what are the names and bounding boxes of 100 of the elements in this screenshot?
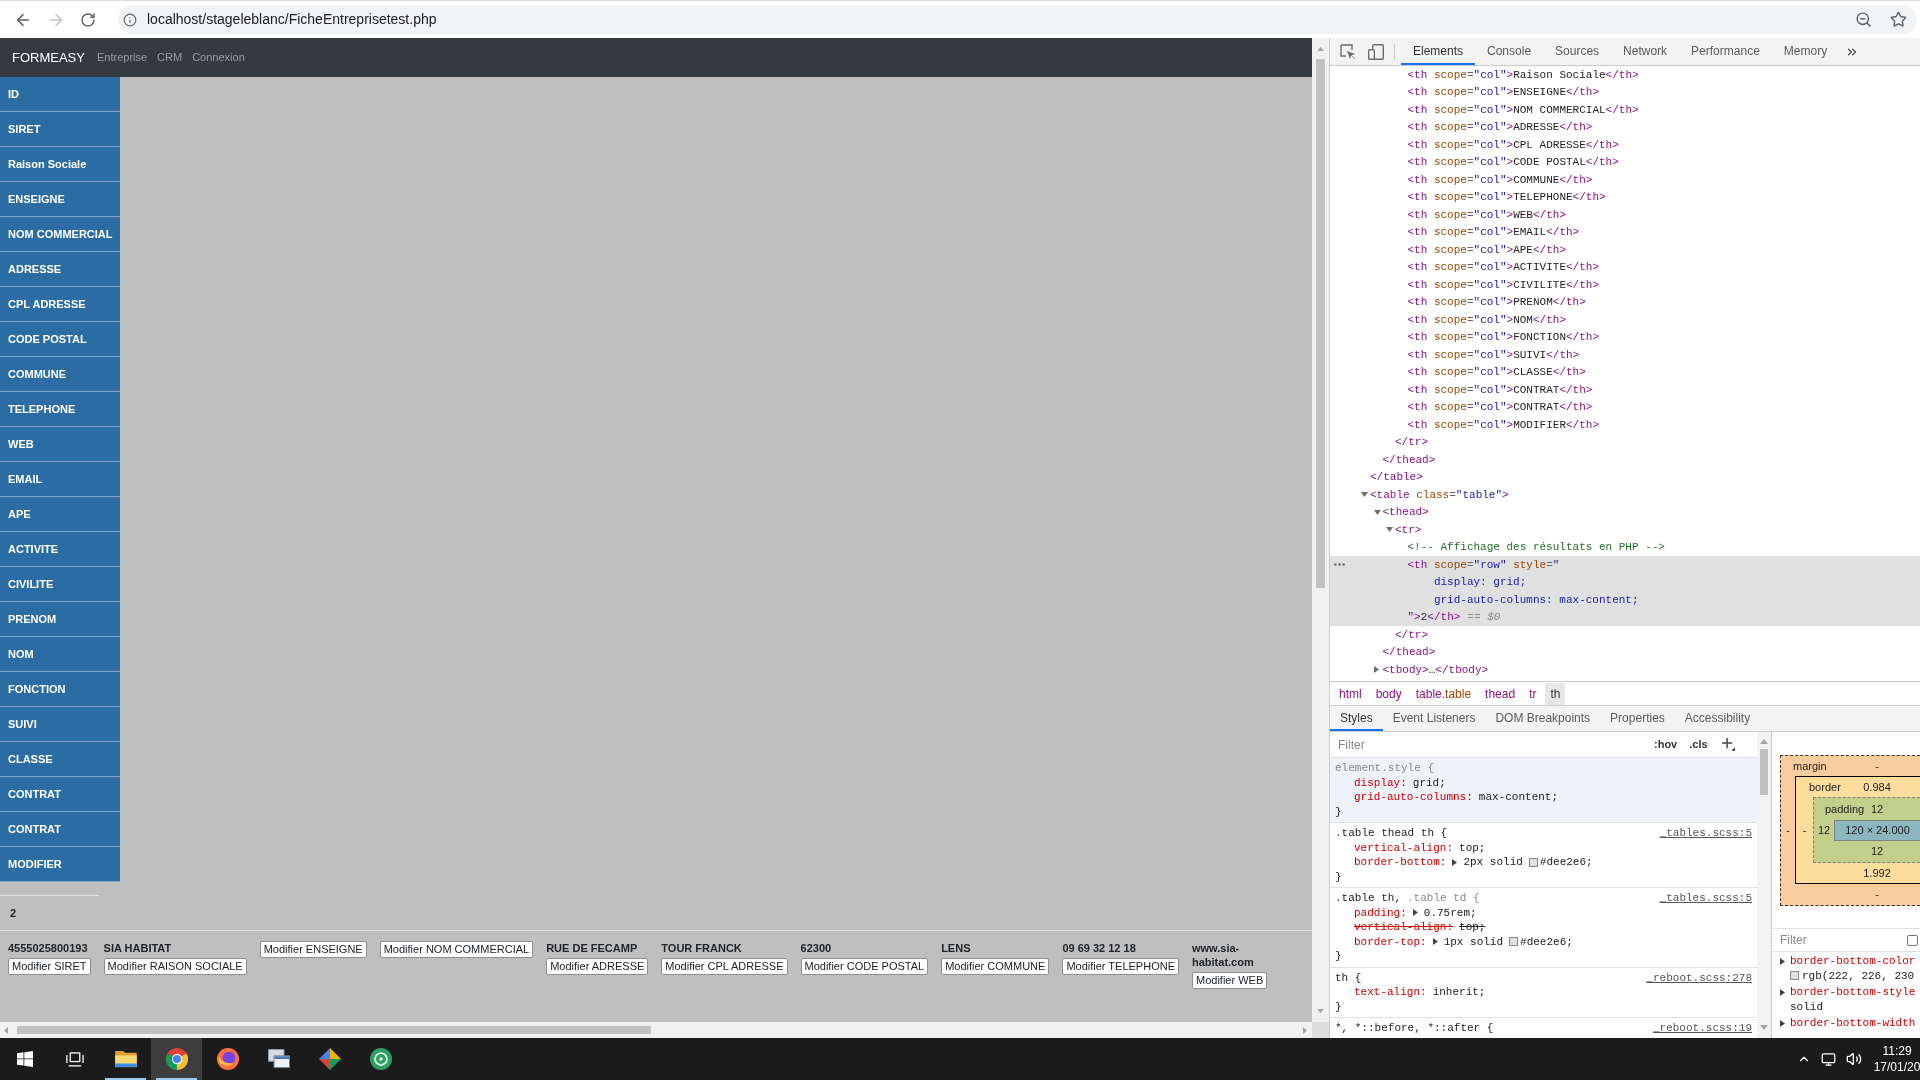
code-line[interactable]: <th scope="col">SUIVI</th> (1407, 346, 1580, 363)
checkbox[interactable] (1907, 934, 1918, 946)
table-value: LENS (941, 941, 971, 955)
column-header: FONCTION (0, 672, 120, 707)
code-line[interactable]: <th scope="col">NOM COMMERCIAL</th> (1407, 101, 1639, 118)
zoom-out-icon[interactable] (1855, 11, 1872, 28)
modify-button[interactable]: Modifier ENSEIGNE (259, 941, 367, 958)
code-line[interactable]: <th scope="col">ACTIVITE</th> (1407, 259, 1599, 276)
browser-icon (216, 1048, 239, 1070)
code-line[interactable]: <th scope="col">WEB</th> (1407, 206, 1566, 223)
code-line[interactable]: <th scope="col">MODIFIER</th> (1407, 416, 1599, 433)
breadcrumb-item[interactable]: body (1370, 682, 1407, 705)
content-box: 120 × 24.000 (1834, 820, 1920, 841)
scrollbar-thumb[interactable] (17, 1026, 651, 1034)
code-line[interactable]: <th scope="col">COMMUNE</th> (1407, 171, 1593, 188)
devtools-tab[interactable]: Memory (1771, 38, 1840, 65)
box-value: 12 (1870, 801, 1884, 817)
address-bar[interactable]: localhost/stageleblanc/FicheEntreprisetest.php (118, 5, 1917, 34)
column-header: ENSEIGNE (0, 182, 120, 217)
nav-link[interactable]: Connexion (192, 49, 245, 66)
code-line[interactable]: </thead> (1382, 451, 1436, 468)
code-line[interactable]: <!-- Affichage des résultats en PHP --> (1407, 539, 1665, 556)
nav-link[interactable]: CRM (157, 49, 183, 66)
clock[interactable]: 11:29 17/01/20 (1874, 1043, 1920, 1075)
sidebar-tab[interactable]: Event Listeners (1382, 706, 1486, 731)
code-line[interactable]: <th scope="col">EMAIL</th> (1407, 224, 1580, 241)
modify-button[interactable]: Modifier CPL ADRESSE (661, 958, 788, 975)
code-line[interactable]: <th scope="col">CPL ADRESSE</th> (1407, 136, 1619, 153)
code-line[interactable]: <tbody>…</tbody> (1382, 661, 1489, 678)
modify-button[interactable]: Modifier ADRESSE (546, 958, 649, 975)
column-header: PRENOM (0, 602, 120, 637)
source-link[interactable]: _reboot.scss:278 (1646, 969, 1752, 986)
state-toggle-button[interactable]: :hov (1654, 736, 1678, 753)
code-line[interactable]: <tr> (1395, 521, 1422, 538)
source-link[interactable]: _tables.scss:5 (1659, 825, 1752, 842)
breadcrumb-item[interactable]: html (1334, 682, 1367, 705)
code-line[interactable]: <th scope="col">Raison Sociale</th> (1407, 66, 1639, 83)
inspect-icon[interactable] (1340, 43, 1356, 60)
modify-button[interactable]: Modifier TELEPHONE (1062, 958, 1179, 975)
nav-link[interactable]: Entreprise (96, 49, 148, 66)
modify-button[interactable]: Modifier WEB (1192, 972, 1268, 989)
breadcrumb-item[interactable]: tr (1524, 682, 1542, 705)
code-line[interactable]: <table class="table"> (1370, 486, 1509, 503)
modify-button[interactable]: Modifier CODE POSTAL (800, 958, 929, 975)
code-line[interactable]: <th scope="col">PRENOM</th> (1407, 294, 1586, 311)
code-line[interactable]: <th scope="col">CIVILITE</th> (1407, 276, 1599, 293)
source-link[interactable]: _reboot.scss:19 (1652, 1020, 1752, 1037)
volume-icon[interactable] (1846, 1051, 1862, 1067)
modify-button[interactable]: Modifier RAISON SOCIALE (103, 958, 247, 975)
devices-icon[interactable] (1368, 43, 1384, 60)
sidebar-tab[interactable]: DOM Breakpoints (1485, 706, 1601, 731)
code-line[interactable]: </thead> (1382, 644, 1436, 661)
modify-button[interactable]: Modifier COMMUNE (941, 958, 1050, 975)
reload-icon[interactable] (80, 11, 96, 28)
modify-button[interactable]: Modifier NOM COMMERCIAL (379, 941, 534, 958)
css-value: #dee2e6; (1539, 855, 1593, 870)
code-line[interactable]: </tr> (1395, 626, 1428, 643)
scroll-down-arrow-icon (1760, 1025, 1768, 1030)
devtools-tab[interactable]: Network (1611, 38, 1680, 65)
table-value: SIA HABITAT (103, 941, 172, 955)
source-link[interactable]: _tables.scss:5 (1659, 890, 1752, 907)
devtools-tab[interactable]: Console (1475, 38, 1544, 65)
sidebar-tab[interactable]: Properties (1600, 706, 1675, 731)
css-property: display: (1354, 775, 1407, 791)
scrollbar-thumb[interactable] (1760, 749, 1768, 795)
code-line[interactable]: <th scope="col">TELEPHONE</th> (1407, 189, 1606, 206)
code-line[interactable]: <th scope="col">ADRESSE</th> (1407, 119, 1593, 136)
code-line[interactable]: <th scope="col">CLASSE</th> (1407, 364, 1586, 381)
app-windows-icon (267, 1049, 290, 1069)
breadcrumb-item[interactable]: thead (1480, 682, 1521, 705)
css-value: 1px solid (1443, 934, 1504, 950)
breadcrumb-item[interactable]: table.table (1410, 682, 1477, 705)
code-line[interactable]: <th scope="col">CONTRAT</th> (1407, 381, 1593, 398)
info-icon[interactable] (123, 12, 137, 27)
code-line[interactable]: <th scope="col">CONTRAT</th> (1407, 399, 1593, 416)
code-line[interactable]: <thead> (1382, 504, 1429, 521)
devtools-tab[interactable]: Sources (1543, 38, 1612, 65)
scrollbar-thumb[interactable] (1316, 59, 1325, 588)
box-value: - (1875, 758, 1879, 774)
monitor-icon[interactable] (1821, 1051, 1836, 1067)
plus-icon[interactable] (1721, 738, 1735, 751)
devtools-tab[interactable]: Performance (1679, 38, 1772, 65)
code-line[interactable]: <th scope="col">NOM</th> (1407, 311, 1566, 328)
code-line[interactable]: <th scope="col">APE</th> (1407, 241, 1566, 258)
code-line[interactable]: <th scope="col">FONCTION</th> (1407, 329, 1599, 346)
computed-property: border-bottom-color (1790, 954, 1916, 969)
css-property: vertical-align: (1354, 840, 1454, 856)
code-line[interactable]: </table> (1370, 469, 1423, 486)
breadcrumb-item[interactable]: th (1545, 682, 1566, 705)
code-line[interactable]: <th scope="col">ENSEIGNE</th> (1407, 84, 1599, 101)
code-line[interactable]: <th scope="col">CODE POSTAL</th> (1407, 154, 1619, 171)
css-value: #dee2e6; (1520, 934, 1573, 950)
taskbar-button[interactable] (151, 1038, 202, 1080)
sidebar-tab[interactable]: Accessibility (1674, 706, 1761, 731)
more-icon[interactable] (1334, 563, 1345, 566)
modify-button[interactable]: Modifier SIRET (8, 958, 91, 975)
class-toggle-button[interactable]: .cls (1689, 736, 1708, 753)
star-icon[interactable] (1890, 11, 1907, 28)
code-line[interactable]: </tr> (1395, 434, 1428, 451)
brand-link[interactable]: FORMEASY (12, 47, 85, 68)
